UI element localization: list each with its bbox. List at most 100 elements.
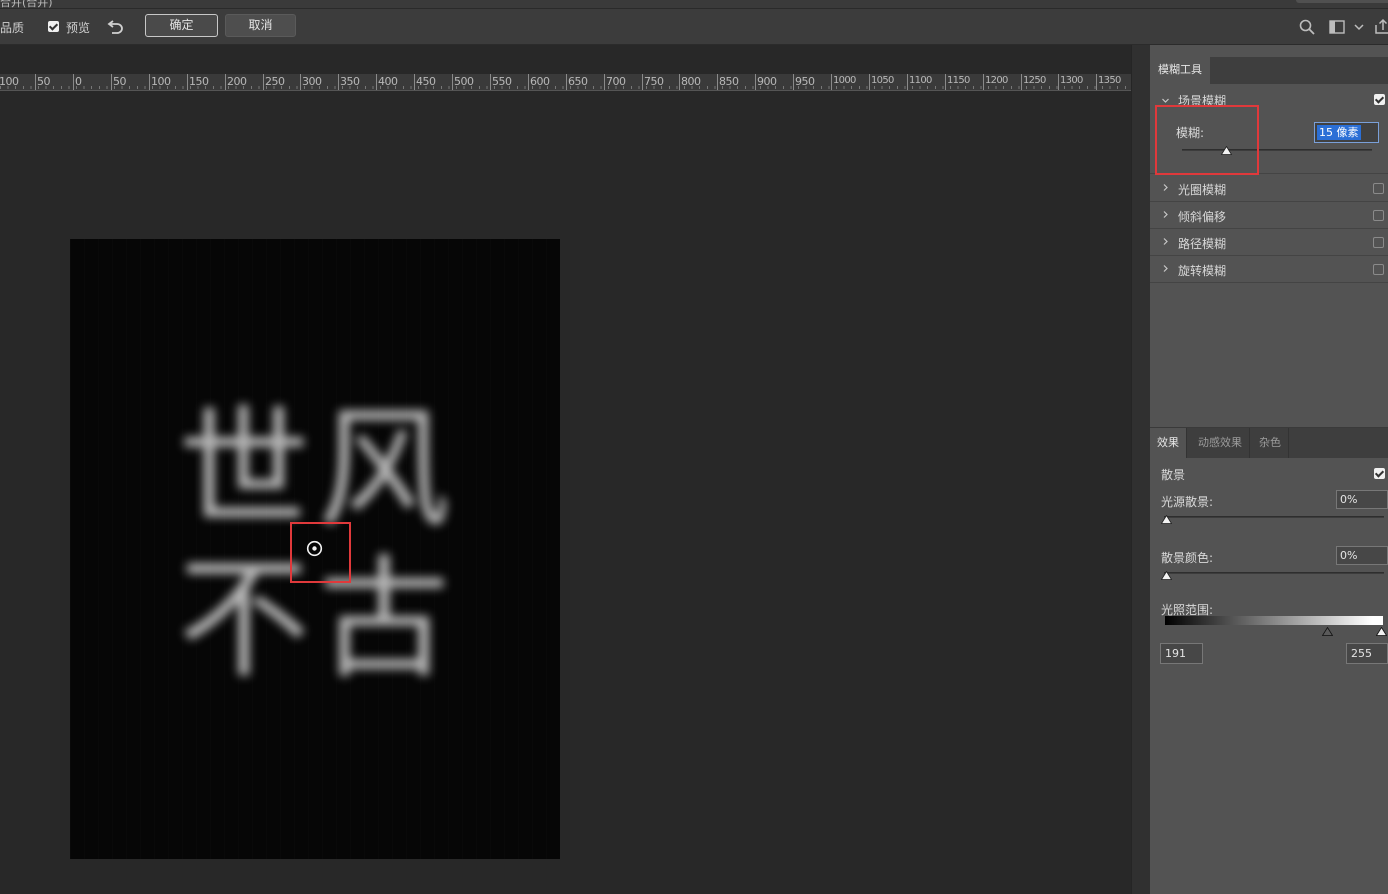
chevron-right-icon[interactable] bbox=[1162, 265, 1169, 272]
section-checkbox[interactable] bbox=[1373, 210, 1384, 221]
bokeh-color-input[interactable]: 0% bbox=[1336, 546, 1388, 565]
light-bokeh-slider-knob[interactable] bbox=[1161, 515, 1172, 524]
share-icon[interactable] bbox=[1374, 18, 1388, 35]
ruler-major-tick bbox=[983, 74, 984, 90]
reset-icon[interactable] bbox=[107, 18, 125, 34]
section-label: 旋转模糊 bbox=[1178, 264, 1227, 278]
ok-button[interactable]: 确定 bbox=[145, 14, 218, 37]
vertical-scrollbar[interactable] bbox=[1131, 45, 1150, 894]
ruler-tick-label: 50 bbox=[113, 75, 127, 88]
preview-label: 预览 bbox=[66, 21, 91, 35]
ruler-major-tick bbox=[300, 74, 301, 90]
ruler-tick-label: 1050 bbox=[871, 75, 894, 86]
panel-tabs: 模糊工具 bbox=[1150, 57, 1388, 84]
quality-label: 高品质 bbox=[0, 21, 25, 35]
ruler-tick-label: 700 bbox=[606, 75, 626, 88]
section-checkbox[interactable] bbox=[1373, 264, 1384, 275]
ruler-tick-label: 100 bbox=[151, 75, 171, 88]
ruler-major-tick bbox=[1096, 74, 1097, 90]
ruler-major-tick bbox=[945, 74, 946, 90]
window-controls[interactable] bbox=[1296, 0, 1388, 3]
section-checkbox[interactable] bbox=[1374, 94, 1385, 105]
section-spin-blur[interactable]: 旋转模糊 bbox=[1150, 256, 1388, 283]
ruler-tick-label: 1350 bbox=[1098, 75, 1121, 86]
ruler-tick-label: 1300 bbox=[1060, 75, 1083, 86]
bokeh-checkbox[interactable] bbox=[1374, 468, 1385, 479]
ruler-major-tick bbox=[793, 74, 794, 90]
tab-blur-tools[interactable]: 模糊工具 bbox=[1150, 57, 1210, 84]
light-range-min-input[interactable]: 191 bbox=[1160, 643, 1203, 664]
section-label: 路径模糊 bbox=[1178, 237, 1227, 251]
ruler-major-tick bbox=[490, 74, 491, 90]
ruler-tick-label: 400 bbox=[378, 75, 398, 88]
search-icon[interactable] bbox=[1299, 19, 1315, 35]
tab-noise[interactable]: 杂色 bbox=[1252, 428, 1289, 458]
bokeh-color-slider-track[interactable] bbox=[1164, 572, 1384, 574]
chevron-right-icon[interactable] bbox=[1162, 238, 1169, 245]
section-checkbox[interactable] bbox=[1373, 237, 1384, 248]
section-path-blur[interactable]: 路径模糊 bbox=[1150, 229, 1388, 256]
light-range-max-knob[interactable] bbox=[1376, 627, 1387, 636]
tab-effects[interactable]: 效果 bbox=[1150, 428, 1187, 458]
tab-motion-effects[interactable]: 动感效果 bbox=[1191, 428, 1250, 458]
section-iris-blur[interactable]: 光圈模糊 bbox=[1150, 175, 1388, 202]
ruler-major-tick bbox=[73, 74, 74, 90]
section-label: 倾斜偏移 bbox=[1178, 210, 1227, 224]
ruler-tick-label: 250 bbox=[265, 75, 285, 88]
ruler-major-tick bbox=[149, 74, 150, 90]
ruler-tick-label: 1200 bbox=[985, 75, 1008, 86]
section-label: 光圈模糊 bbox=[1178, 183, 1227, 197]
ruler-major-tick bbox=[869, 74, 870, 90]
ruler-tick-label: 950 bbox=[795, 75, 815, 88]
light-range-gradient[interactable] bbox=[1165, 616, 1383, 625]
light-bokeh-slider-track[interactable] bbox=[1164, 516, 1384, 518]
light-range-max-input[interactable]: 255 bbox=[1346, 643, 1388, 664]
blur-pin-icon[interactable] bbox=[306, 540, 323, 557]
ruler-tick-label: 50 bbox=[37, 75, 51, 88]
ruler-major-tick bbox=[717, 74, 718, 90]
ruler-tick-label: 550 bbox=[492, 75, 512, 88]
workspace-icon[interactable] bbox=[1329, 20, 1345, 34]
ruler-tick-label: 0 bbox=[75, 75, 82, 88]
chevron-right-icon[interactable] bbox=[1162, 184, 1169, 191]
section-checkbox[interactable] bbox=[1373, 183, 1384, 194]
ruler-major-tick bbox=[604, 74, 605, 90]
blurred-glyph: 风 bbox=[318, 393, 450, 547]
preview-checkbox[interactable] bbox=[48, 21, 59, 32]
ruler-tick-label: 300 bbox=[302, 75, 322, 88]
ruler-tick-label: 1250 bbox=[1023, 75, 1046, 86]
effects-tabs: 效果 动感效果 杂色 bbox=[1150, 428, 1388, 458]
ruler-major-tick bbox=[642, 74, 643, 90]
ruler-tick-label: 600 bbox=[530, 75, 550, 88]
ruler-major-tick bbox=[187, 74, 188, 90]
ruler-tick-label: 200 bbox=[227, 75, 247, 88]
ruler-major-tick bbox=[338, 74, 339, 90]
blur-amount-input[interactable]: 15 像素 bbox=[1314, 122, 1379, 143]
window-title-strip: 合并(合并) bbox=[0, 0, 1388, 9]
cancel-button[interactable]: 取消 bbox=[225, 14, 296, 37]
bokeh-label: 散景 bbox=[1161, 468, 1186, 482]
ruler-tick-label: 850 bbox=[719, 75, 739, 88]
ruler-major-tick bbox=[831, 74, 832, 90]
ruler-tick-label: 750 bbox=[644, 75, 664, 88]
ruler-tick-label: 650 bbox=[568, 75, 588, 88]
ruler-major-tick bbox=[452, 74, 453, 90]
light-range-min-knob[interactable] bbox=[1322, 627, 1333, 636]
horizontal-ruler[interactable]: 100 50 0 50 100 150 200 250 300 350 400 450 500 550 60… bbox=[0, 74, 1131, 91]
ruler-tick-label: 800 bbox=[681, 75, 701, 88]
section-tilt-shift[interactable]: 倾斜偏移 bbox=[1150, 202, 1388, 229]
bokeh-color-slider-knob[interactable] bbox=[1161, 571, 1172, 580]
options-bar: 高品质 预览 确定 取消 bbox=[0, 9, 1388, 45]
chevron-down-icon[interactable] bbox=[1162, 97, 1169, 104]
ruler-major-tick bbox=[1021, 74, 1022, 90]
ruler-tick-label: 1000 bbox=[833, 75, 856, 86]
chevron-right-icon[interactable] bbox=[1162, 211, 1169, 218]
ruler-major-tick bbox=[566, 74, 567, 90]
blur-amount-value: 15 像素 bbox=[1317, 125, 1361, 140]
ruler-major-tick bbox=[111, 74, 112, 90]
ruler-tick-label: 900 bbox=[757, 75, 777, 88]
chevron-down-icon[interactable] bbox=[1354, 23, 1364, 31]
blurred-glyph: 世 bbox=[178, 393, 310, 547]
light-bokeh-input[interactable]: 0% bbox=[1336, 490, 1388, 509]
ruler-major-tick bbox=[263, 74, 264, 90]
